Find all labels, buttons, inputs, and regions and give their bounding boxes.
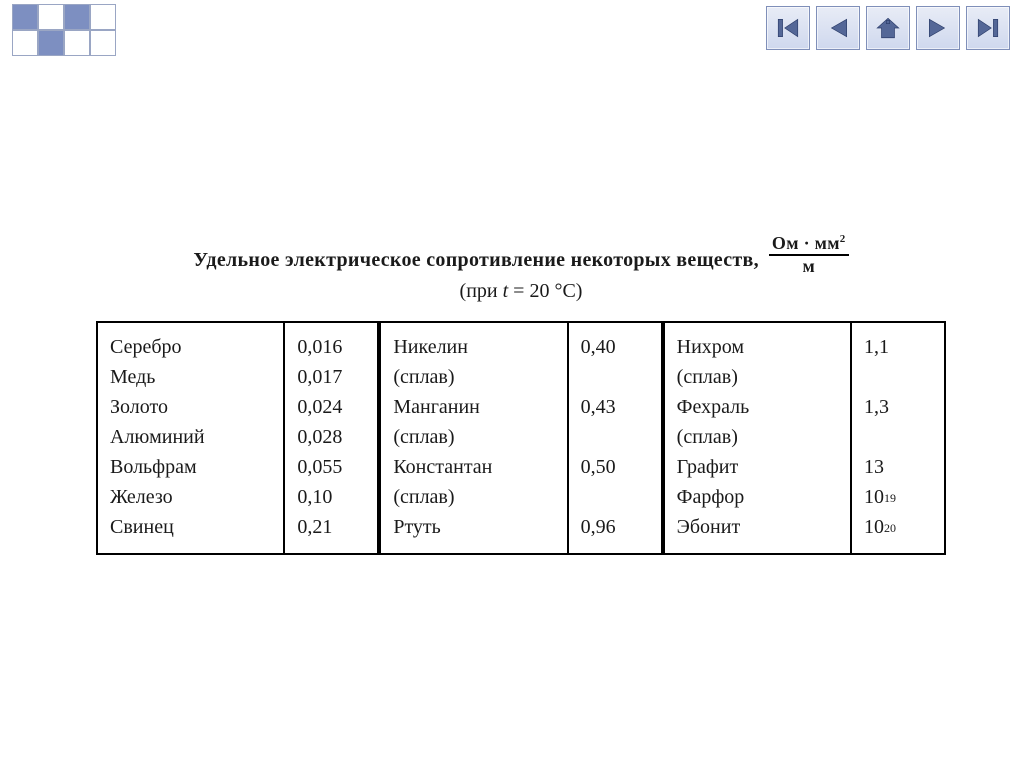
material-value: 0,21 xyxy=(297,513,365,543)
document-content: Удельное электрическое сопротивление нек… xyxy=(96,230,946,555)
material-name: Манганин xyxy=(393,393,554,423)
material-value: 1019 xyxy=(864,483,932,513)
material-name: Медь xyxy=(110,363,271,393)
material-value xyxy=(581,423,649,453)
material-value: 0,055 xyxy=(297,453,365,483)
home-icon xyxy=(875,15,901,41)
deco-square xyxy=(12,30,38,56)
material-name: (сплав) xyxy=(393,363,554,393)
material-name: Константан xyxy=(393,453,554,483)
value-column: 0,0160,0170,0240,0280,0550,100,21 xyxy=(285,323,377,553)
material-name: Никелин xyxy=(393,333,554,363)
material-name: (сплав) xyxy=(677,423,838,453)
material-name: Нихром xyxy=(677,333,838,363)
material-name: Ртуть xyxy=(393,513,554,543)
material-name: (сплав) xyxy=(677,363,838,393)
material-name: Золото xyxy=(110,393,271,423)
unit-denominator: м xyxy=(802,256,815,276)
material-name: (сплав) xyxy=(393,423,554,453)
deco-square xyxy=(12,4,38,30)
deco-square xyxy=(142,30,168,56)
first-icon xyxy=(775,15,801,41)
material-value xyxy=(864,363,932,393)
value-base: 10 xyxy=(864,486,884,509)
unit-numerator: Ом · мм2 xyxy=(769,234,849,256)
material-value: 0,10 xyxy=(297,483,365,513)
material-value: 1,1 xyxy=(864,333,932,363)
deco-square xyxy=(116,4,142,30)
home-button[interactable] xyxy=(866,6,910,50)
deco-square xyxy=(64,4,90,30)
top-strip xyxy=(0,0,1024,60)
title-text: Удельное электрическое сопротивление нек… xyxy=(193,249,759,272)
prev-button[interactable] xyxy=(816,6,860,50)
material-name: Фехраль xyxy=(677,393,838,423)
material-name: Алюминий xyxy=(110,423,271,453)
material-value xyxy=(581,363,649,393)
material-value: 0,96 xyxy=(581,513,649,543)
table-block: Никелин(сплав)Манганин(сплав)Константан(… xyxy=(379,323,662,553)
material-value: 0,43 xyxy=(581,393,649,423)
material-value: 1,3 xyxy=(864,393,932,423)
last-button[interactable] xyxy=(966,6,1010,50)
material-name: Свинец xyxy=(110,513,271,543)
material-value: 0,028 xyxy=(297,423,365,453)
prev-icon xyxy=(825,15,851,41)
cond-prefix: (при xyxy=(460,280,503,302)
last-icon xyxy=(975,15,1001,41)
value-column: 1,1 1,3 1310191020 xyxy=(852,323,944,553)
data-table: СереброМедьЗолотоАлюминийВольфрамЖелезоС… xyxy=(96,321,946,555)
material-column: Никелин(сплав)Манганин(сплав)Константан(… xyxy=(381,323,568,553)
deco-square xyxy=(90,4,116,30)
material-name: Фарфор xyxy=(677,483,838,513)
value-column: 0,40 0,43 0,50 0,96 xyxy=(569,323,661,553)
deco-square xyxy=(64,30,90,56)
material-column: Нихром(сплав)Фехраль(сплав)ГрафитФарфорЭ… xyxy=(665,323,852,553)
table-block: СереброМедьЗолотоАлюминийВольфрамЖелезоС… xyxy=(96,323,379,553)
deco-square xyxy=(90,30,116,56)
deco-square xyxy=(142,4,168,30)
material-column: СереброМедьЗолотоАлюминийВольфрамЖелезоС… xyxy=(98,323,285,553)
material-name: Серебро xyxy=(110,333,271,363)
decorative-squares xyxy=(12,4,168,56)
material-name: (сплав) xyxy=(393,483,554,513)
material-value: 0,40 xyxy=(581,333,649,363)
material-name: Вольфрам xyxy=(110,453,271,483)
table-block: Нихром(сплав)Фехраль(сплав)ГрафитФарфорЭ… xyxy=(663,323,946,553)
deco-square xyxy=(38,4,64,30)
material-value: 0,017 xyxy=(297,363,365,393)
material-name: Железо xyxy=(110,483,271,513)
material-value xyxy=(864,423,932,453)
material-name: Графит xyxy=(677,453,838,483)
unit-fraction: Ом · мм2 м xyxy=(769,234,849,276)
material-value: 0,024 xyxy=(297,393,365,423)
cond-eq: = 20 °C) xyxy=(508,280,582,302)
material-value: 13 xyxy=(864,453,932,483)
nav-controls xyxy=(766,6,1010,50)
next-icon xyxy=(925,15,951,41)
material-value: 0,50 xyxy=(581,453,649,483)
deco-square xyxy=(38,30,64,56)
material-value: 1020 xyxy=(864,513,932,543)
numer-sup: 2 xyxy=(840,233,846,245)
next-button[interactable] xyxy=(916,6,960,50)
material-value: 0,016 xyxy=(297,333,365,363)
material-name: Эбонит xyxy=(677,513,838,543)
deco-square xyxy=(116,30,142,56)
table-title: Удельное электрическое сопротивление нек… xyxy=(96,230,946,272)
first-button[interactable] xyxy=(766,6,810,50)
material-value xyxy=(581,483,649,513)
value-base: 10 xyxy=(864,516,884,539)
condition-line: (при t = 20 °C) xyxy=(96,280,946,303)
numer-text: Ом · мм xyxy=(772,233,840,253)
